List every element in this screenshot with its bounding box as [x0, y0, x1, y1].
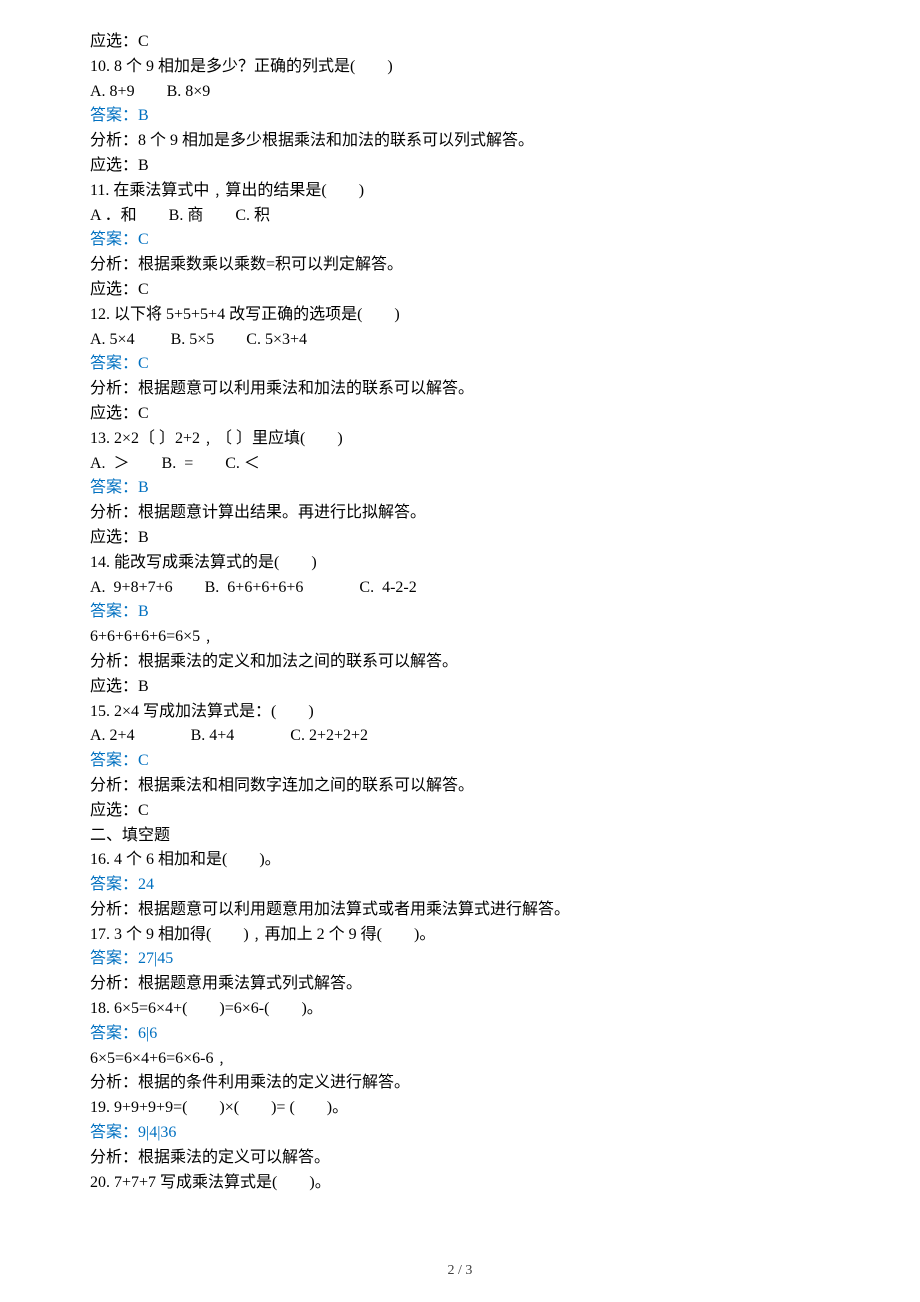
text-line: 应选：C — [90, 799, 830, 824]
answer-line: 答案：C — [90, 228, 830, 253]
text-line: A. 2+4 B. 4+4 C. 2+2+2+2 — [90, 724, 830, 749]
text-line: 19. 9+9+9+9=( )×( )= ( )。 — [90, 1096, 830, 1121]
text-line: A. 8+9 B. 8×9 — [90, 80, 830, 105]
text-line: A. 9+8+7+6 B. 6+6+6+6+6 C. 4-2-2 — [90, 576, 830, 601]
text-line: 应选：C — [90, 278, 830, 303]
text-line: 17. 3 个 9 相加得( )﹐再加上 2 个 9 得( )。 — [90, 923, 830, 948]
text-line: 11. 在乘法算式中﹐算出的结果是( ) — [90, 179, 830, 204]
answer-line: 答案：27|45 — [90, 947, 830, 972]
text-line: 12. 以下将 5+5+5+4 改写正确的选项是( ) — [90, 303, 830, 328]
text-line: 分析：8 个 9 相加是多少根据乘法和加法的联系可以列式解答。 — [90, 129, 830, 154]
text-line: 20. 7+7+7 写成乘法算式是( )。 — [90, 1171, 830, 1196]
text-line: 应选：B — [90, 154, 830, 179]
text-line: 应选：B — [90, 526, 830, 551]
text-line: 应选：C — [90, 402, 830, 427]
text-line: 应选：B — [90, 675, 830, 700]
answer-line: 答案：B — [90, 600, 830, 625]
text-line: 18. 6×5=6×4+( )=6×6-( )。 — [90, 997, 830, 1022]
text-line: 分析：根据题意计算出结果。再进行比拟解答。 — [90, 501, 830, 526]
answer-line: 答案：C — [90, 352, 830, 377]
text-line: 分析：根据乘法和相同数字连加之间的联系可以解答。 — [90, 774, 830, 799]
answer-line: 答案：B — [90, 104, 830, 129]
answer-line: 答案：C — [90, 749, 830, 774]
content-area: 应选：C10. 8 个 9 相加是多少？正确的列式是( )A. 8+9 B. 8… — [90, 30, 830, 1195]
document-page: 应选：C10. 8 个 9 相加是多少？正确的列式是( )A. 8+9 B. 8… — [0, 0, 920, 1302]
answer-line: 答案：24 — [90, 873, 830, 898]
text-line: 10. 8 个 9 相加是多少？正确的列式是( ) — [90, 55, 830, 80]
text-line: A. ＞ B. = C. ＜ — [90, 452, 830, 477]
text-line: 应选：C — [90, 30, 830, 55]
text-line: 分析：根据题意用乘法算式列式解答。 — [90, 972, 830, 997]
answer-line: 答案：B — [90, 476, 830, 501]
text-line: 分析：根据乘法的定义和加法之间的联系可以解答。 — [90, 650, 830, 675]
answer-line: 答案：6|6 — [90, 1022, 830, 1047]
text-line: 二、填空题 — [90, 824, 830, 849]
text-line: 14. 能改写成乘法算式的是( ) — [90, 551, 830, 576]
text-line: 分析：根据乘法的定义可以解答。 — [90, 1146, 830, 1171]
text-line: 6+6+6+6+6=6×5﹐ — [90, 625, 830, 650]
text-line: 分析：根据题意可以利用题意用加法算式或者用乘法算式进行解答。 — [90, 898, 830, 923]
text-line: 6×5=6×4+6=6×6-6﹐ — [90, 1047, 830, 1072]
text-line: 13. 2×2〔 〕2+2﹐〔 〕里应填( ) — [90, 427, 830, 452]
text-line: 16. 4 个 6 相加和是( )。 — [90, 848, 830, 873]
text-line: 分析：根据题意可以利用乘法和加法的联系可以解答。 — [90, 377, 830, 402]
page-footer: 2 / 3 — [0, 1260, 920, 1282]
text-line: 15. 2×4 写成加法算式是：( ) — [90, 700, 830, 725]
text-line: 分析：根据的条件利用乘法的定义进行解答。 — [90, 1071, 830, 1096]
text-line: 分析：根据乘数乘以乘数=积可以判定解答。 — [90, 253, 830, 278]
answer-line: 答案：9|4|36 — [90, 1121, 830, 1146]
text-line: A ．和 B. 商 C. 积 — [90, 204, 830, 229]
text-line: A. 5×4 B. 5×5 C. 5×3+4 — [90, 328, 830, 353]
